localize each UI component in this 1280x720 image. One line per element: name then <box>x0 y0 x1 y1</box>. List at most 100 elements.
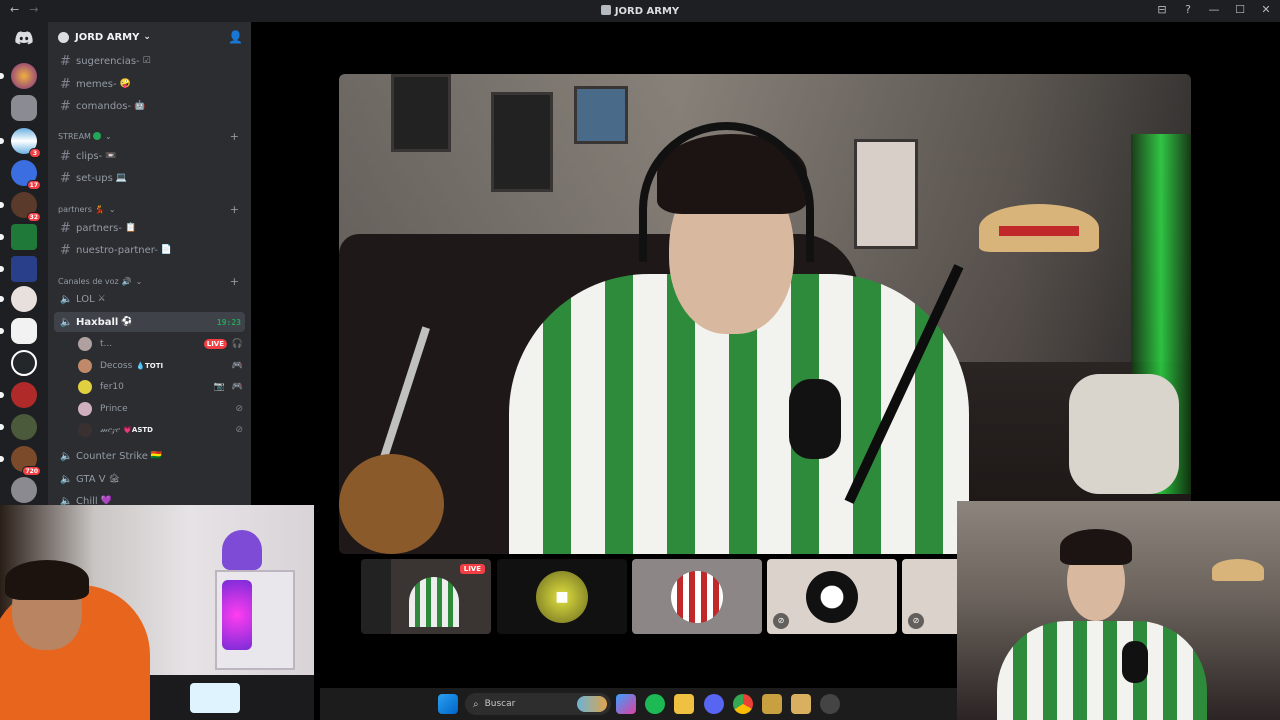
server-header[interactable]: JORD ARMY ⌄ 👤 <box>48 22 251 52</box>
unread-pip <box>0 73 4 79</box>
copilot-icon[interactable] <box>616 694 636 714</box>
voice-channel-counter-strike[interactable]: 🔈 Counter Strike 🇧🇴 <box>54 446 245 466</box>
inbox-icon[interactable]: ⊟ <box>1156 3 1168 16</box>
close-button[interactable]: ✕ <box>1260 3 1272 16</box>
server-icon-14[interactable] <box>11 477 37 503</box>
activity-icon: 🎮 <box>231 361 243 371</box>
mention-badge: 32 <box>26 212 41 222</box>
hashtag-icon: # <box>60 170 71 186</box>
headset-icon: 🎧 <box>231 339 243 349</box>
participant-strip: LIVE ■ ⊘ ⊘ <box>361 559 957 634</box>
maximize-button[interactable]: ☐ <box>1234 3 1246 16</box>
deafened-icon: ⊘ <box>235 404 243 414</box>
channel-emoji: 🏚 <box>108 474 121 484</box>
voice-channel-label: LOL <box>76 293 95 305</box>
category-emoji: 🔊 <box>121 276 132 286</box>
discord-home-icon[interactable] <box>11 28 37 48</box>
channel-memes[interactable]: # memes- 🤪 <box>54 74 245 94</box>
category-voice[interactable]: Canales de voz 🔊 ⌄ + <box>58 274 241 288</box>
channel-emoji: ⚽ <box>121 317 133 327</box>
wall-poster <box>574 86 628 144</box>
facecam-right <box>957 501 1280 720</box>
gengar-figure <box>222 530 262 570</box>
channel-partners[interactable]: # partners- 📋 <box>54 218 245 238</box>
microphone-icon <box>789 379 841 459</box>
participant-tile-stream[interactable]: LIVE <box>361 559 491 634</box>
speaker-icon: 🔈 <box>60 450 73 462</box>
server-icon-12[interactable] <box>0 414 37 440</box>
add-channel-icon[interactable]: + <box>230 130 239 143</box>
camera-icon: 📷 <box>213 382 225 392</box>
server-icon-1[interactable] <box>0 63 37 89</box>
invite-people-icon[interactable]: 👤 <box>228 30 243 44</box>
voice-channel-lol[interactable]: 🔈 LOL ⚔ <box>54 289 245 309</box>
voice-user[interactable]: t... LIVE 🎧 <box>78 334 245 354</box>
voice-user-name: 𝓂𝑒𝓏𝑒 <box>100 425 120 435</box>
spotify-icon[interactable] <box>645 694 665 714</box>
voice-channel-gta[interactable]: 🔈 GTA V 🏚 <box>54 469 245 489</box>
server-icon-5[interactable]: 32 <box>0 192 41 222</box>
user-tag-text: TOTI <box>145 362 164 370</box>
keyboard <box>190 683 240 713</box>
category-stream[interactable]: STREAM ⌄ + <box>58 129 241 143</box>
server-icon-11[interactable] <box>0 382 37 408</box>
server-icon-2[interactable] <box>11 95 37 121</box>
channel-comandos[interactable]: # comandos- 🤖 <box>54 96 245 116</box>
channel-label: partners- <box>76 222 122 234</box>
verified-badge-icon <box>58 31 69 43</box>
unread-pip <box>0 456 4 462</box>
chrome-icon[interactable] <box>733 694 753 714</box>
server-icon-6[interactable] <box>0 224 37 250</box>
chevron-down-icon: ⌄ <box>135 276 143 286</box>
windows-start-icon[interactable] <box>438 694 458 714</box>
server-icon-7[interactable] <box>0 256 37 282</box>
taskbar-search[interactable]: ⌕ Buscar <box>465 693 611 715</box>
voice-channel-haxball[interactable]: 🔈 Haxball ⚽ 19:23 <box>54 312 245 332</box>
participant-tile-camera-off[interactable]: ■ <box>497 559 627 634</box>
unread-pip <box>0 392 4 398</box>
voice-user[interactable]: fer10 📷 🎮 <box>78 377 245 397</box>
server-icon-9[interactable] <box>0 318 37 344</box>
help-icon[interactable]: ? <box>1182 3 1194 16</box>
chevron-down-icon: ⌄ <box>104 131 112 141</box>
avatar <box>78 402 92 416</box>
discord-icon[interactable] <box>704 694 724 714</box>
file-explorer-icon[interactable] <box>674 694 694 714</box>
avatar <box>78 423 92 437</box>
settings-icon[interactable] <box>820 694 840 714</box>
channel-nuestro-partner[interactable]: # nuestro-partner- 📄 <box>54 240 245 260</box>
voice-user-name: t... <box>100 339 113 349</box>
server-icon-13[interactable]: 720 <box>0 446 41 476</box>
minimize-button[interactable]: — <box>1208 3 1220 16</box>
voice-user[interactable]: 𝓂𝑒𝓏𝑒 💗ASTD ⊘ <box>78 420 245 440</box>
unread-pip <box>0 328 4 334</box>
add-channel-icon[interactable]: + <box>230 275 239 288</box>
voice-user-name: Prince <box>100 404 128 414</box>
category-partners[interactable]: partners 💃 ⌄ + <box>58 202 241 216</box>
muted-icon: ⊘ <box>773 613 789 629</box>
voice-channel-label: Counter Strike <box>76 450 148 462</box>
avatar <box>78 337 92 351</box>
server-icon-10[interactable] <box>11 350 37 376</box>
add-channel-icon[interactable]: + <box>230 203 239 216</box>
app-icon[interactable] <box>762 694 782 714</box>
channel-set-ups[interactable]: # set-ups 💻 <box>54 168 245 188</box>
league-icon[interactable] <box>791 694 811 714</box>
channel-label: sugerencias- <box>76 55 140 67</box>
channel-sugerencias[interactable]: # sugerencias- ☑ <box>54 51 245 71</box>
participant-tile-muted[interactable]: ⊘ <box>767 559 897 634</box>
server-icon-4[interactable]: 17 <box>11 160 41 190</box>
participant-tile-muted[interactable]: ⊘ <box>902 559 957 634</box>
server-icon-8[interactable] <box>0 286 37 312</box>
channel-emoji: 💻 <box>115 173 128 183</box>
channel-clips[interactable]: # clips- 📼 <box>54 146 245 166</box>
avatar <box>78 359 92 373</box>
voice-user[interactable]: Prince ⊘ <box>78 399 245 419</box>
window-title: JORD ARMY <box>0 5 1280 17</box>
category-label: Canales de voz <box>58 276 119 286</box>
voice-user[interactable]: Decoss 💧TOTI 🎮 <box>78 356 245 376</box>
channel-label: set-ups <box>76 172 113 184</box>
participant-tile[interactable] <box>632 559 762 634</box>
server-icon-3[interactable]: 3 <box>0 128 41 158</box>
focused-stream-video[interactable] <box>339 74 1191 554</box>
